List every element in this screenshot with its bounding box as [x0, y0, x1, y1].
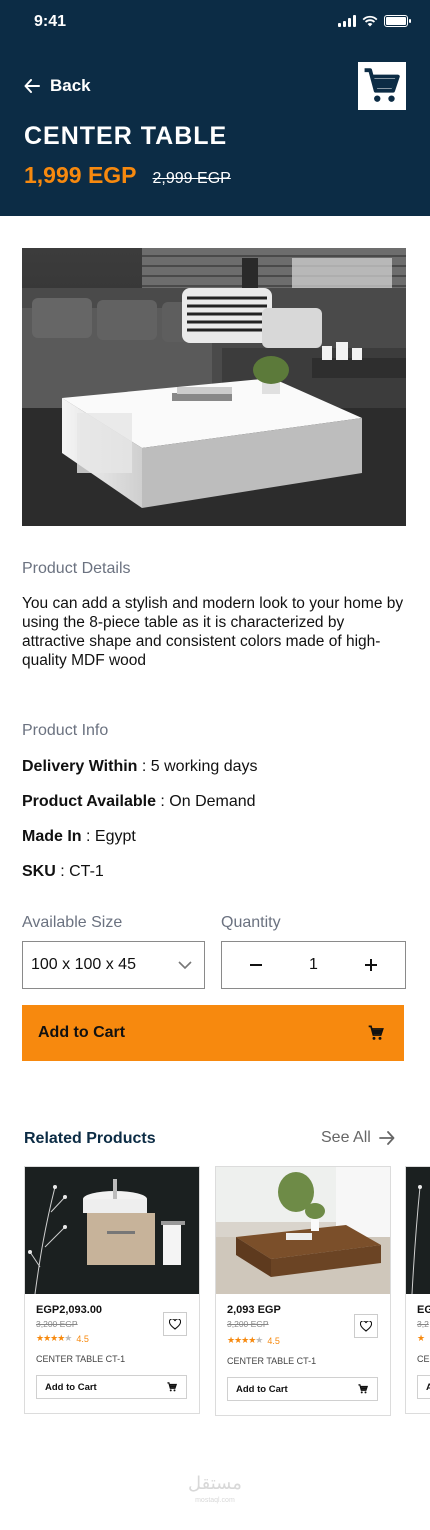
card-product-name: CENTER TABLE CT-1 [227, 1356, 317, 1366]
product-description: You can add a stylish and modern look to… [22, 595, 404, 669]
watermark-logo: مستقل mostaql.com [188, 1474, 242, 1510]
related-product-card[interactable]: 2,093 EGP 3,200 EGP ★★★★★ 4.5 CENTER TAB… [215, 1166, 391, 1416]
info-value: : 5 working days [137, 758, 258, 775]
minus-icon [250, 964, 262, 966]
info-availability: Product Available : On Demand [22, 793, 256, 811]
decrease-button[interactable] [246, 952, 266, 978]
status-time: 9:41 [34, 13, 67, 30]
product-header: 9:41 Back CENTER TABLE 1,999 EGP 2,999 E… [0, 0, 430, 216]
wifi-icon [362, 15, 378, 27]
cart-button[interactable] [358, 62, 406, 110]
current-price: 1,999 EGP [24, 162, 137, 188]
card-add-label: Add to Cart [45, 1381, 97, 1393]
status-icons [338, 15, 411, 27]
watermark-text: مستقل [188, 1473, 242, 1493]
card-add-to-cart-button[interactable]: A [417, 1375, 430, 1399]
card-old-price: 3,200 EGP [227, 1319, 269, 1329]
add-to-cart-button[interactable]: Add to Cart [22, 1005, 404, 1061]
star-rating-icon: ★★★★★ [36, 1333, 72, 1343]
arrow-right-icon [378, 1131, 395, 1145]
info-delivery: Delivery Within : 5 working days [22, 758, 258, 776]
price-row: 1,999 EGP 2,999 EGP [24, 162, 231, 189]
rating-value: 4.5 [76, 1333, 89, 1344]
card-rating: ★★★★★ 4.5 [227, 1335, 280, 1346]
quantity-stepper: 1 [221, 941, 406, 989]
related-product-card[interactable]: EGP2,093.00 3,200 EGP ★★★★★ 4.5 CENTER T… [24, 1166, 200, 1414]
info-value: : CT-1 [55, 863, 104, 880]
info-key: Delivery Within [22, 758, 138, 775]
card-price: 2,093 EGP [227, 1304, 281, 1316]
product-image [22, 248, 406, 526]
card-rating: ★ [417, 1333, 425, 1344]
increase-button[interactable] [361, 952, 381, 978]
battery-icon [384, 15, 411, 27]
quantity-value: 1 [309, 956, 318, 973]
related-products-title: Related Products [24, 1130, 156, 1147]
card-add-label: A [426, 1382, 430, 1393]
product-title: CENTER TABLE [24, 122, 228, 150]
favorite-button[interactable] [354, 1314, 378, 1338]
chevron-down-icon [178, 961, 192, 969]
product-details-label: Product Details [22, 560, 131, 577]
back-label: Back [50, 76, 91, 95]
old-price: 2,999 EGP [152, 170, 231, 187]
heart-icon [360, 1320, 372, 1332]
card-old-price: 3,2 [417, 1319, 429, 1329]
watermark-subtext: mostaql.com [195, 1497, 235, 1504]
add-to-cart-label: Add to Cart [38, 1024, 126, 1041]
info-key: SKU [22, 863, 56, 880]
info-made-in: Made In : Egypt [22, 828, 136, 846]
back-button[interactable]: Back [24, 76, 91, 96]
card-image [406, 1167, 430, 1294]
card-add-to-cart-button[interactable]: Add to Cart [227, 1377, 378, 1401]
see-all-link[interactable]: See All [321, 1129, 395, 1147]
info-value: : On Demand [155, 793, 256, 810]
signal-icon [338, 15, 356, 27]
star-rating-icon: ★ [417, 1333, 425, 1343]
star-rating-icon: ★★★★★ [227, 1335, 263, 1345]
card-price: EGP2,093.00 [36, 1304, 103, 1316]
see-all-label: See All [321, 1129, 371, 1146]
size-value: 100 x 100 x 45 [31, 956, 136, 973]
card-rating: ★★★★★ 4.5 [36, 1333, 89, 1344]
size-select[interactable]: 100 x 100 x 45 [22, 941, 205, 989]
card-image [216, 1167, 390, 1294]
product-info-label: Product Info [22, 722, 109, 739]
rating-value: 4.5 [267, 1335, 280, 1346]
card-product-name: CENTER TABLE CT-1 [36, 1354, 126, 1364]
favorite-button[interactable] [163, 1312, 187, 1336]
heart-icon [169, 1318, 181, 1330]
arrow-left-icon [24, 79, 40, 93]
quantity-label: Quantity [221, 914, 281, 931]
card-old-price: 3,200 EGP [36, 1319, 78, 1329]
card-image [25, 1167, 199, 1294]
related-product-card[interactable]: EG 3,2 ★ CE A [405, 1166, 430, 1414]
shopping-cart-icon [364, 68, 400, 102]
card-price: EG [417, 1304, 430, 1316]
info-sku: SKU : CT-1 [22, 863, 104, 881]
card-product-name: CE [417, 1354, 430, 1364]
plus-icon [365, 959, 377, 971]
cart-icon [358, 1384, 368, 1394]
card-add-label: Add to Cart [236, 1383, 288, 1395]
available-size-label: Available Size [22, 914, 123, 931]
card-add-to-cart-button[interactable]: Add to Cart [36, 1375, 187, 1399]
cart-icon [167, 1382, 177, 1392]
cart-icon [368, 1025, 384, 1040]
info-key: Product Available [22, 793, 156, 810]
info-key: Made In [22, 828, 82, 845]
info-value: : Egypt [81, 828, 136, 845]
